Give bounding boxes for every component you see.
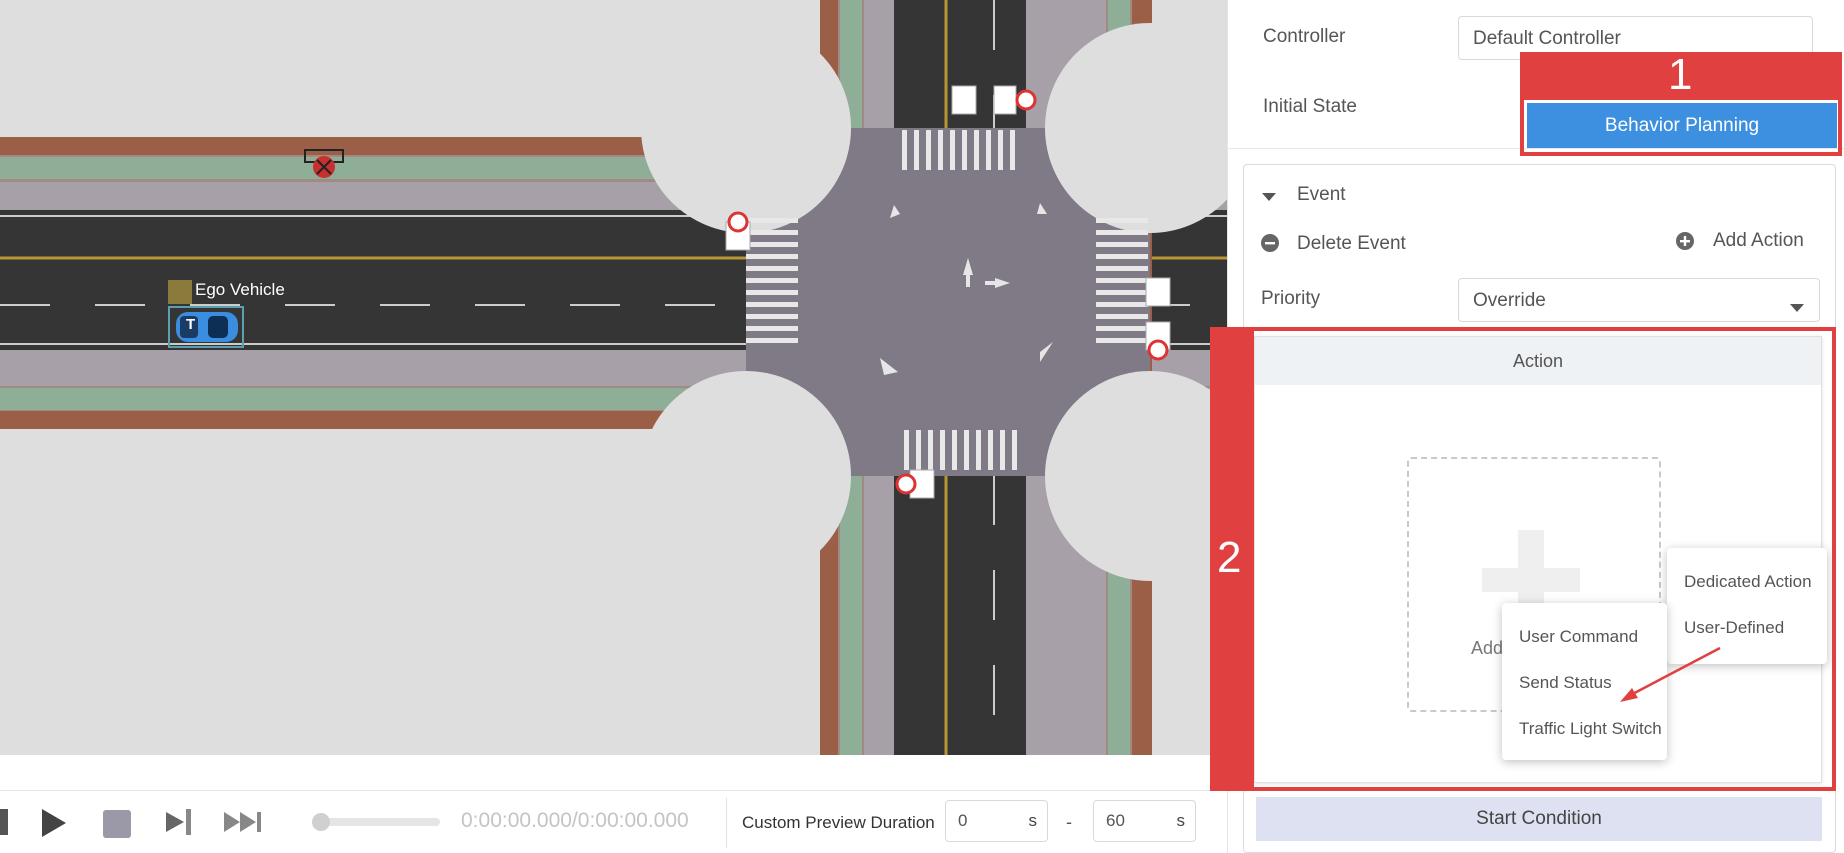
annotation-number-2: 2	[1217, 533, 1242, 582]
priority-select[interactable]: Override	[1458, 278, 1820, 322]
duration-end-value: 60	[1106, 811, 1125, 830]
ego-color-swatch	[168, 280, 192, 304]
duration-start-value: 0	[958, 811, 968, 830]
duration-separator: -	[1066, 812, 1072, 832]
vehicle-letter: T	[186, 316, 196, 333]
controller-label: Controller	[1263, 26, 1346, 47]
play-icon[interactable]	[40, 807, 68, 844]
duration-end-input[interactable]: 60 s	[1093, 800, 1196, 842]
annotation-number-1: 1	[1668, 50, 1693, 99]
add-action-button[interactable]: Add Action	[1713, 230, 1804, 252]
duration-start-input[interactable]: 0 s	[945, 800, 1048, 842]
start-condition-header[interactable]: Start Condition	[1256, 797, 1822, 841]
step-back-icon[interactable]	[0, 809, 8, 835]
collapse-event-icon[interactable]	[1261, 190, 1277, 208]
chevron-down-icon	[1789, 297, 1805, 319]
road-network	[0, 0, 1227, 755]
timeline-slider[interactable]	[314, 818, 440, 826]
stop-icon[interactable]	[103, 808, 131, 843]
duration-end-unit: s	[1176, 811, 1186, 830]
timeline-slider-handle[interactable]	[312, 813, 330, 831]
playback-time: 0:00:00.000/0:00:00.000	[461, 809, 689, 832]
step-forward-icon[interactable]	[164, 806, 196, 843]
map-canvas[interactable]: Ego Vehicle T	[0, 0, 1227, 755]
annotation-box-2	[1210, 327, 1836, 791]
delete-event-icon[interactable]	[1260, 233, 1280, 258]
duration-start-unit: s	[1028, 811, 1038, 830]
custom-duration-label: Custom Preview Duration	[742, 813, 935, 832]
fast-forward-icon[interactable]	[222, 806, 264, 843]
event-label: Event	[1297, 184, 1346, 205]
ego-vehicle-label: Ego Vehicle	[195, 280, 285, 299]
playback-divider	[726, 798, 727, 848]
app-root: Ego Vehicle T 0:00:00.000/0:00:00.000 Cu…	[0, 0, 1844, 853]
delete-event-button[interactable]: Delete Event	[1297, 233, 1406, 255]
initial-state-label: Initial State	[1263, 96, 1357, 117]
add-action-icon[interactable]	[1675, 231, 1695, 256]
priority-value: Override	[1473, 290, 1546, 311]
priority-label: Priority	[1261, 288, 1321, 309]
